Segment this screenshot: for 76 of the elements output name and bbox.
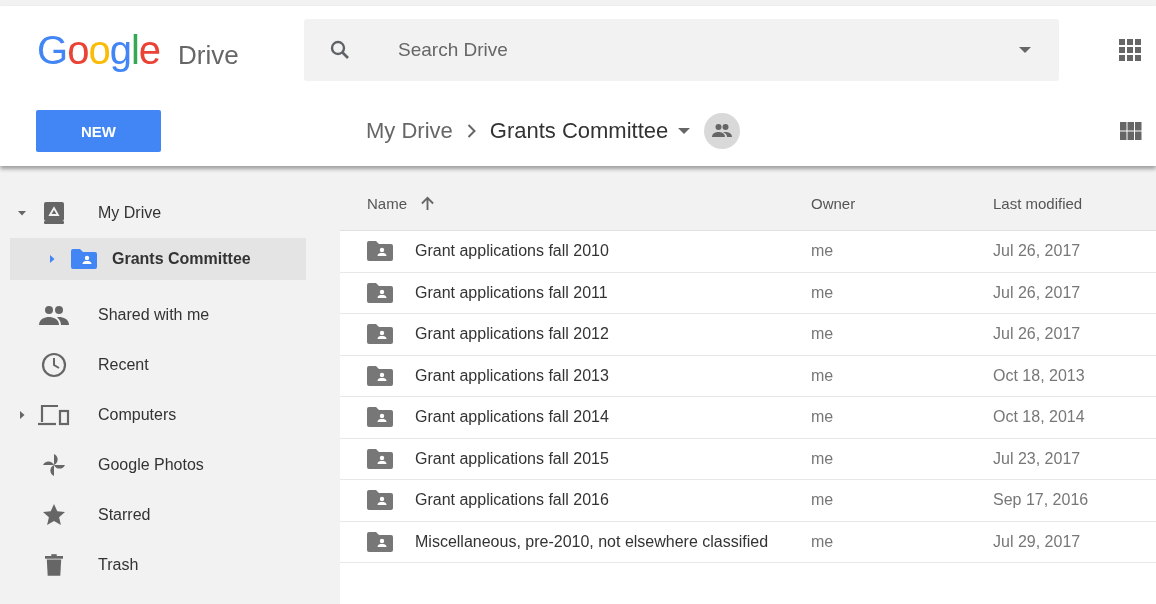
sidebar-item[interactable]: Grants Committee	[10, 238, 306, 280]
sidebar-item[interactable]: My Drive	[10, 188, 306, 238]
file-name: Grant applications fall 2012	[415, 325, 609, 344]
shared-folder-icon	[71, 249, 97, 269]
dropdown-caret-icon[interactable]	[1019, 47, 1031, 53]
file-row[interactable]: Grant applications fall 2013 me Oct 18, 2013	[340, 355, 1156, 397]
file-name: Grant applications fall 2015	[415, 449, 609, 468]
new-button[interactable]: NEW	[36, 110, 161, 152]
file-row[interactable]: Grant applications fall 2010 me Jul 26, 2017	[340, 231, 1156, 273]
date-cell-text: Jul 23, 2017	[993, 449, 1082, 468]
shared-folder-icon	[367, 365, 393, 386]
shared-folder-icon	[367, 282, 393, 303]
date-cell-text: Jul 26, 2017	[993, 242, 1082, 261]
sidebar-item[interactable]: Recent	[10, 340, 306, 390]
chevron-right-icon	[466, 124, 476, 138]
owner-cell-text: me	[811, 283, 835, 302]
owner-cell-text: me	[811, 532, 835, 551]
column-header[interactable]: Name	[340, 194, 811, 212]
breadcrumb-item[interactable]: Grants Committee	[489, 118, 669, 144]
sort-arrow-icon[interactable]	[421, 195, 434, 211]
drive-icon	[42, 201, 66, 225]
date-cell-text: Sep 17, 2016	[993, 491, 1090, 510]
sidebar-item[interactable]: Trash	[10, 540, 306, 590]
date-cell-text: Oct 18, 2014	[993, 408, 1086, 427]
product-name: Drive	[178, 39, 239, 71]
column-header[interactable]: Owner	[811, 194, 993, 212]
file-name: Miscellaneous, pre-2010, not elsewhere classified	[415, 532, 769, 551]
file-name: Grant applications fall 2010	[415, 242, 609, 261]
apps-grid-icon[interactable]	[1119, 39, 1141, 61]
owner-cell-text: me	[811, 408, 835, 427]
owner-cell-text: me	[811, 325, 835, 344]
expand-caret-icon[interactable]	[18, 411, 26, 419]
search-field[interactable]: Search Drive	[396, 38, 1019, 62]
file-name: Grant applications fall 2013	[415, 366, 609, 385]
file-row[interactable]: Grant applications fall 2015 me Jul 23, 2017	[340, 438, 1156, 480]
sidebar-item[interactable]: Shared with me	[10, 290, 306, 340]
owner-cell-text: me	[811, 491, 835, 510]
shared-folder-icon	[367, 241, 393, 262]
shared-people-icon[interactable]	[704, 113, 741, 149]
search-bar[interactable]: Search Drive	[304, 19, 1059, 81]
collapse-caret-icon[interactable]	[18, 209, 26, 217]
file-row[interactable]: Grant applications fall 2012 me Jul 26, 2017	[340, 314, 1156, 356]
column-header[interactable]: Last modified	[993, 194, 1156, 212]
computers-icon	[38, 404, 70, 426]
owner-cell-text: me	[811, 242, 835, 261]
shared-folder-icon	[367, 490, 393, 511]
file-name: Grant applications fall 2016	[415, 491, 609, 510]
expand-caret-icon[interactable]	[48, 255, 56, 263]
owner-cell-text: me	[811, 366, 835, 385]
clock-icon	[41, 352, 67, 378]
file-row[interactable]: Grant applications fall 2014 me Oct 18, 2014	[340, 397, 1156, 439]
file-row[interactable]: Grant applications fall 2016 me Sep 17, 2016	[340, 480, 1156, 522]
sidebar-item[interactable]: Starred	[10, 490, 306, 540]
dropdown-caret-icon[interactable]	[678, 128, 691, 134]
grid-view-icon[interactable]	[1120, 122, 1142, 140]
shared-folder-icon	[367, 407, 393, 428]
sidebar-item[interactable]: Computers	[10, 390, 306, 440]
owner-cell-text: me	[811, 449, 835, 468]
date-cell-text: Jul 26, 2017	[993, 325, 1082, 344]
file-row[interactable]: Grant applications fall 2011 me Jul 26, 2017	[340, 272, 1156, 314]
shared-folder-icon	[367, 531, 393, 552]
pinwheel-icon	[41, 452, 67, 478]
shared-folder-icon	[367, 448, 393, 469]
trash-icon	[45, 553, 63, 577]
date-cell-text: Jul 29, 2017	[993, 532, 1082, 551]
logo-text: Google	[37, 27, 160, 73]
shared-folder-icon	[367, 324, 393, 345]
date-cell-text: Jul 26, 2017	[993, 283, 1082, 302]
star-icon	[42, 503, 66, 527]
file-name: Grant applications fall 2011	[415, 283, 608, 302]
file-name: Grant applications fall 2014	[415, 408, 609, 427]
people-icon	[39, 305, 69, 325]
file-row[interactable]: Miscellaneous, pre-2010, not elsewhere classified me Jul 29, 2017	[340, 521, 1156, 563]
date-cell-text: Oct 18, 2013	[993, 366, 1086, 385]
breadcrumb-item[interactable]: My Drive	[366, 118, 453, 144]
sidebar-item[interactable]: Google Photos	[10, 440, 306, 490]
